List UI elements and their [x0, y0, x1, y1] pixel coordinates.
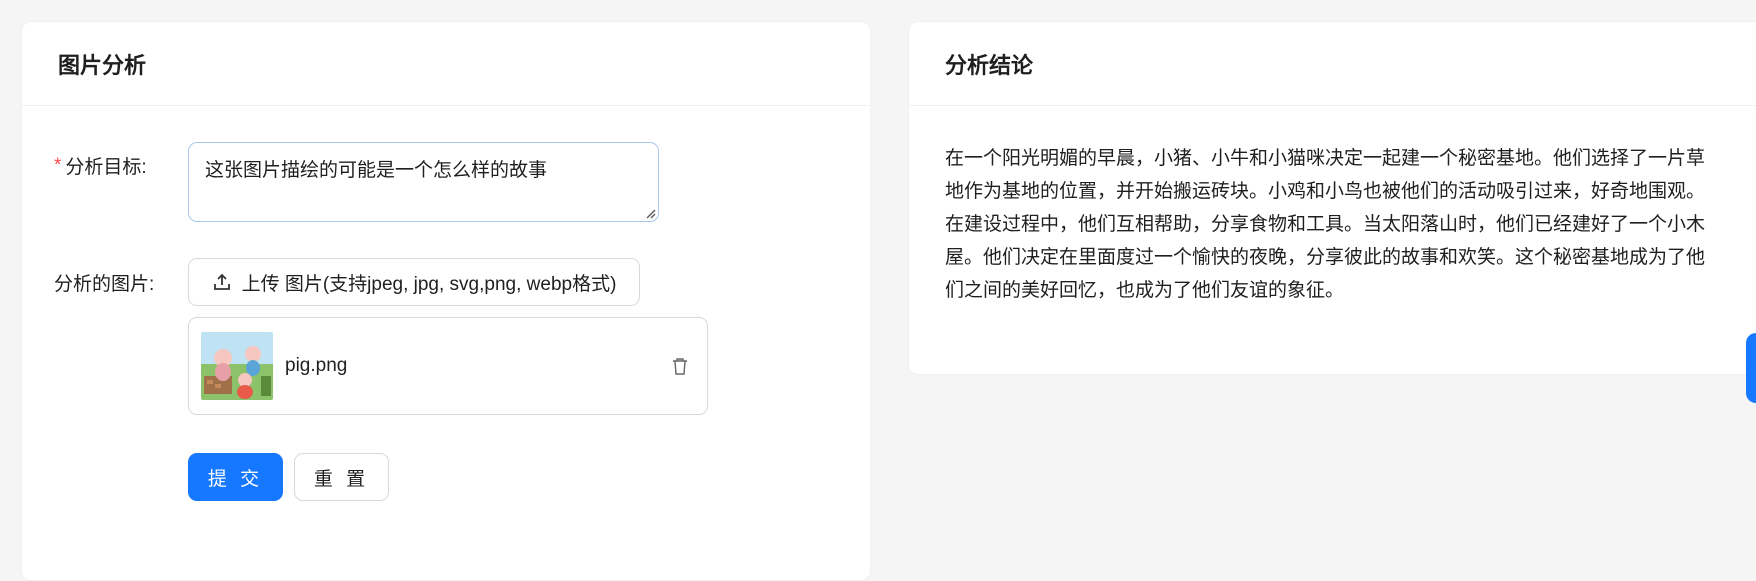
resize-handle-icon[interactable]: [644, 207, 656, 219]
conclusion-text: 在一个阳光明媚的早晨，小猪、小牛和小猫咪决定一起建一个秘密基地。他们选择了一片草…: [945, 148, 1706, 301]
image-label: 分析的图片:: [54, 269, 154, 296]
analysis-conclusion-card: 分析结论 在一个阳光明媚的早晨，小猪、小牛和小猫咪决定一起建一个秘密基地。他们选…: [908, 21, 1756, 375]
card-title: 分析结论: [945, 52, 1034, 78]
image-label-text: 分析的图片:: [54, 274, 155, 295]
card-header: 分析结论: [909, 22, 1756, 106]
reset-button[interactable]: 重 置: [294, 453, 389, 501]
submit-button[interactable]: 提 交: [188, 453, 283, 501]
upload-icon: [213, 273, 230, 290]
upload-label: 上传 图片(支持jpeg, jpg, svg,png, webp格式): [241, 273, 617, 295]
textarea-value: 这张图片描绘的可能是一个怎么样的故事: [205, 160, 548, 181]
uploaded-file-item: pig.png: [188, 317, 708, 415]
analysis-target-textarea[interactable]: 这张图片描绘的可能是一个怎么样的故事: [188, 142, 659, 222]
required-mark: *: [54, 154, 62, 176]
card-header: 图片分析: [22, 22, 870, 106]
target-label-text: 分析目标:: [65, 157, 147, 178]
upload-button[interactable]: 上传 图片(支持jpeg, jpg, svg,png, webp格式): [188, 258, 640, 306]
floating-side-tab[interactable]: [1746, 333, 1756, 403]
file-name[interactable]: pig.png: [285, 355, 669, 377]
delete-icon[interactable]: [669, 355, 691, 377]
image-analysis-card: 图片分析 * 分析目标: 这张图片描绘的可能是一个怎么样的故事 分析的图片: 上…: [21, 21, 871, 581]
card-title: 图片分析: [58, 52, 147, 78]
image-thumbnail[interactable]: [201, 332, 273, 400]
target-label: * 分析目标:: [54, 152, 147, 179]
